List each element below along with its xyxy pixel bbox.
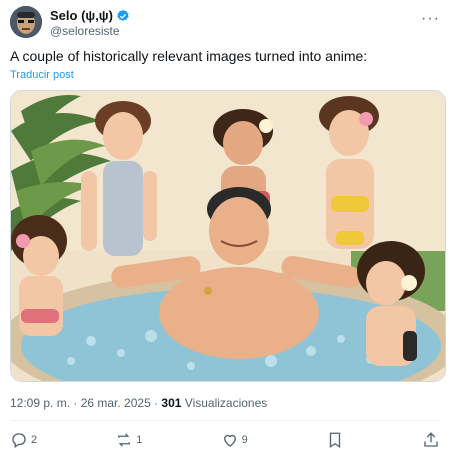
- tweet-meta: 12:09 p. m. · 26 mar. 2025 · 301 Visuali…: [10, 396, 267, 410]
- views-count: 301: [161, 396, 182, 410]
- tweet-media-image[interactable]: [10, 90, 446, 382]
- action-bar: 2 1 9: [10, 428, 440, 452]
- bookmark-icon: [329, 432, 341, 449]
- reply-button[interactable]: 2: [10, 431, 37, 449]
- verified-badge-icon: [117, 9, 129, 21]
- divider: [10, 420, 440, 421]
- views-label: Visualizaciones: [181, 396, 268, 410]
- like-count: 9: [241, 434, 248, 446]
- like-button[interactable]: 9: [221, 431, 248, 449]
- author-handle[interactable]: @seloresiste: [50, 24, 120, 38]
- tweet-text: A couple of historically relevant images…: [10, 48, 368, 64]
- author-display-name[interactable]: Selo (ψ,ψ): [50, 8, 113, 23]
- more-options-icon[interactable]: ···: [421, 10, 440, 28]
- bookmark-button[interactable]: [326, 431, 344, 449]
- translate-post-link[interactable]: Traducir post: [10, 69, 74, 81]
- repost-count: 1: [136, 434, 143, 446]
- tweet-header: Selo (ψ,ψ) @seloresiste ···: [10, 6, 440, 40]
- reply-icon: [12, 433, 26, 449]
- reply-count: 2: [31, 434, 38, 446]
- heart-icon: [223, 434, 236, 447]
- repost-button[interactable]: 1: [115, 431, 142, 449]
- avatar[interactable]: [10, 6, 42, 38]
- repost-icon: [118, 433, 131, 447]
- timestamp[interactable]: 12:09 p. m. · 26 mar. 2025 ·: [10, 396, 161, 410]
- share-icon: [424, 432, 438, 447]
- share-button[interactable]: [422, 431, 440, 449]
- anime-hot-tub-illustration: [11, 91, 445, 381]
